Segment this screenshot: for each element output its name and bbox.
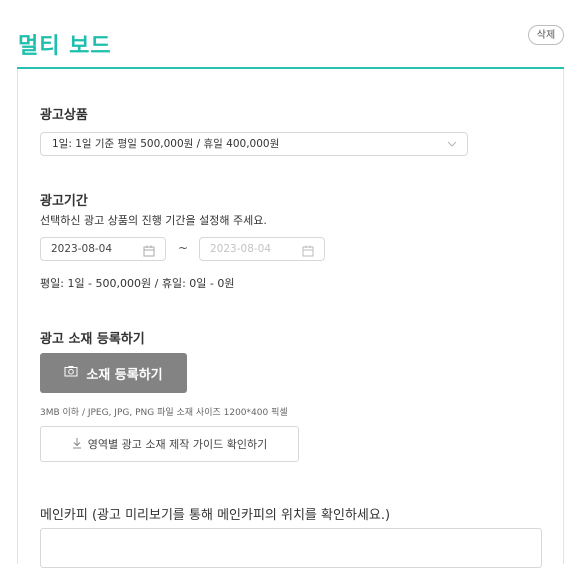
price-summary: 평일: 1일 - 500,000원 / 휴일: 0일 - 0원	[40, 277, 235, 290]
ad-period-label: 광고기간	[40, 194, 88, 209]
end-date-value: 2023-08-04	[210, 243, 272, 255]
upload-creative-button[interactable]: 소재 등록하기	[40, 353, 187, 393]
main-copy-label: 메인카피 (광고 미리보기를 통해 메인카피의 위치를 확인하세요.)	[40, 508, 391, 523]
start-date-value: 2023-08-04	[51, 243, 113, 255]
download-icon	[72, 437, 82, 452]
ad-product-value: 1일: 1일 기준 평일 500,000원 / 휴일 400,000원	[52, 138, 280, 150]
ad-period-description: 선택하신 광고 상품의 진행 기간을 설정해 주세요.	[40, 214, 267, 227]
creative-guide-label: 영역별 광고 소재 제작 가이드 확인하기	[87, 438, 268, 451]
end-date-field[interactable]: 2023-08-04	[199, 237, 325, 261]
upload-creative-label: 소재 등록하기	[86, 367, 163, 383]
creative-label: 광고 소재 등록하기	[40, 332, 145, 347]
chevron-down-icon	[447, 133, 457, 164]
page-title: 멀티 보드	[18, 34, 112, 59]
camera-icon	[64, 365, 78, 381]
creative-guide-button[interactable]: 영역별 광고 소재 제작 가이드 확인하기	[40, 426, 299, 462]
file-requirements: 3MB 이하 / JPEG, JPG, PNG 파일 소재 사이즈 1200*4…	[40, 408, 288, 418]
ad-product-select[interactable]: 1일: 1일 기준 평일 500,000원 / 휴일 400,000원	[40, 132, 468, 156]
date-range-separator: ~	[178, 241, 189, 255]
calendar-icon[interactable]	[302, 243, 314, 265]
start-date-field[interactable]: 2023-08-04	[40, 237, 166, 261]
ad-product-label: 광고상품	[40, 108, 88, 123]
delete-button[interactable]: 삭제	[528, 25, 564, 45]
calendar-icon[interactable]	[143, 243, 155, 265]
main-copy-input[interactable]	[40, 528, 542, 568]
